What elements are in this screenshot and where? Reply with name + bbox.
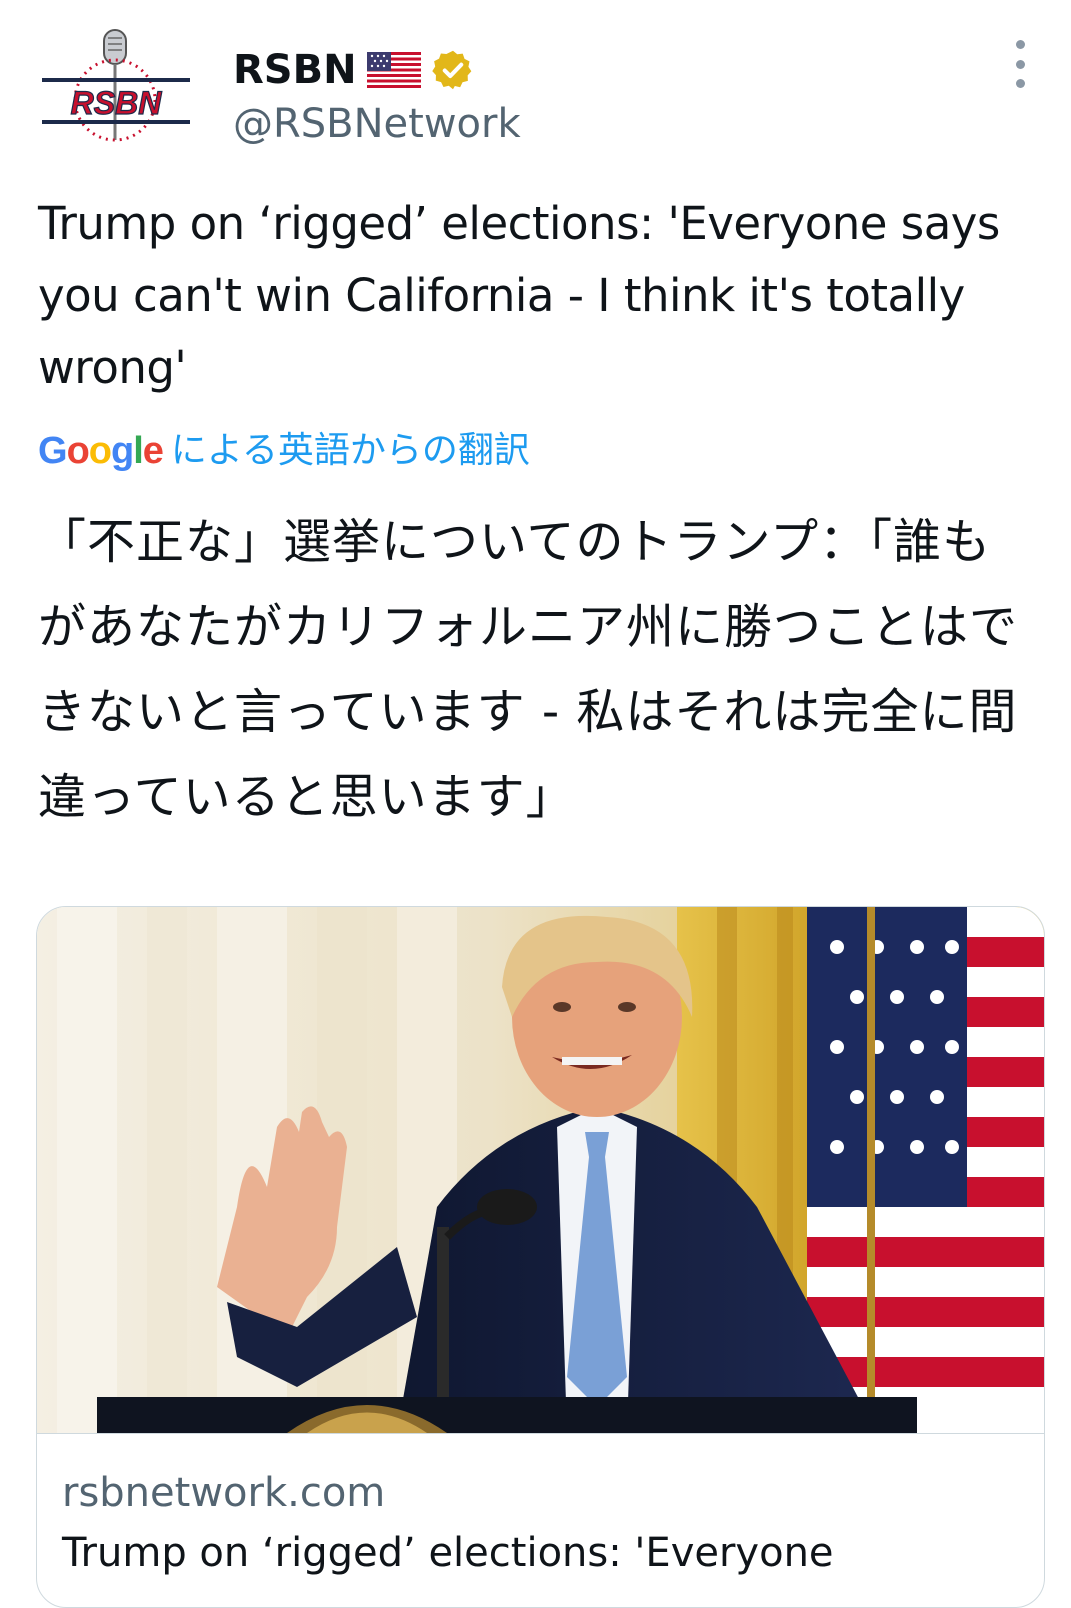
tweet-text: Trump on ‘rigged’ elections: 'Everyone s… bbox=[38, 197, 1000, 394]
card-photo bbox=[37, 907, 1044, 1433]
more-vertical-icon[interactable] bbox=[1002, 40, 1038, 88]
verified-badge-icon[interactable] bbox=[431, 48, 475, 92]
card-domain[interactable]: rsbnetwork.com bbox=[62, 1469, 385, 1517]
card-divider bbox=[37, 1433, 1044, 1434]
us-flag-icon bbox=[366, 52, 421, 88]
card-image[interactable] bbox=[37, 907, 1044, 1433]
translation-attribution[interactable]: Google による英語からの翻訳 bbox=[38, 426, 530, 476]
more-dot bbox=[1015, 40, 1025, 49]
more-dot bbox=[1015, 79, 1025, 88]
author-name-row[interactable]: RSBN bbox=[233, 42, 475, 98]
translated-text: 「不正な」選挙についてのトランプ：「誰もがあなたがカリフォルニア州に勝つことはで… bbox=[38, 514, 1019, 825]
rsbn-logo: RSBN bbox=[42, 29, 190, 142]
author-display-name[interactable]: RSBN bbox=[233, 50, 357, 90]
author-avatar[interactable]: RSBN bbox=[38, 28, 194, 144]
google-logo: Google bbox=[38, 430, 164, 472]
more-dot bbox=[1015, 59, 1025, 69]
card-title[interactable]: Trump on ‘rigged’ elections: 'Everyone bbox=[62, 1529, 834, 1577]
author-handle[interactable]: @RSBNetwork bbox=[233, 100, 521, 148]
logo-text: RSBN bbox=[71, 85, 163, 121]
link-preview-card[interactable]: rsbnetwork.com Trump on ‘rigged’ electio… bbox=[36, 906, 1045, 1608]
translation-label[interactable]: による英語からの翻訳 bbox=[171, 433, 530, 469]
